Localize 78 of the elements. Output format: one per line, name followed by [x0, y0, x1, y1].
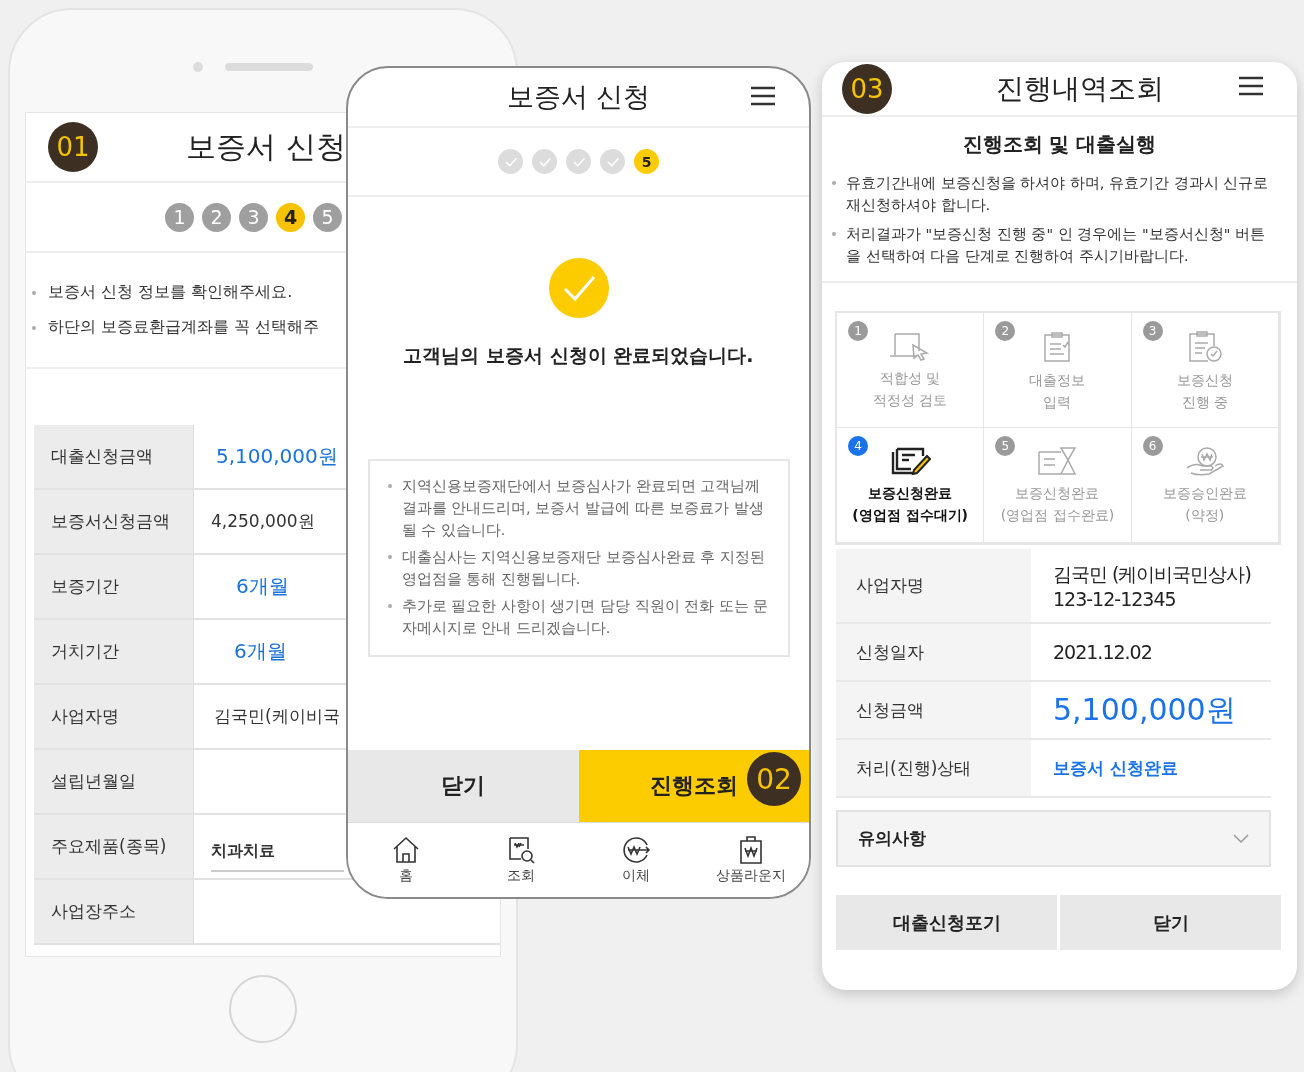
menu-icon[interactable] — [1239, 76, 1263, 96]
stage-label: 보증신청완료 (영업점 접수완료) — [1000, 484, 1115, 525]
row-value: 6개월 — [236, 573, 289, 600]
stage-number: 4 — [848, 436, 868, 456]
bullet-icon — [387, 484, 392, 488]
stage-number: 5 — [995, 436, 1016, 456]
row-label: 주요제품(종목) — [34, 815, 194, 878]
row-value: 보증서 신청완료 — [1053, 756, 1178, 780]
step-number-badge: 03 — [842, 63, 892, 114]
progress-button[interactable]: 진행조회 02 — [578, 750, 809, 822]
chevron-icon — [1233, 833, 1249, 844]
close-button[interactable]: 닫기 — [1060, 895, 1281, 950]
stage-number: 2 — [995, 321, 1016, 341]
row-value: 5,100,000원 — [216, 443, 338, 470]
row-label: 사업자명 — [34, 685, 194, 748]
row-label: 신청일자 — [836, 624, 1031, 680]
row-value: 김국민 (케이비국민상사) — [1053, 561, 1251, 587]
notice-text: 처리결과가 "보증신청 진행 중" 인 경우에는 "보증서신청" 버튼을 선택하여 다음 단계로 진행하여 주시기바랍니다. — [846, 225, 1266, 266]
screen-title: 진행내역조회 — [996, 70, 1164, 107]
step-number-badge: 02 — [747, 752, 801, 806]
stage-number: 6 — [1142, 436, 1163, 456]
camera-dot — [193, 62, 203, 72]
row-label: 설립년월일 — [34, 750, 194, 813]
notice-text: 하단의 보증료환급계좌를 꼭 선택해주 — [48, 317, 320, 338]
laptop-cursor-icon — [889, 331, 932, 361]
document-pen-icon — [889, 446, 932, 476]
list-hourglass-icon — [1037, 446, 1078, 476]
row-value: 4,250,000원 — [211, 510, 315, 533]
close-button[interactable]: 닫기 — [348, 750, 579, 822]
bullet-icon — [832, 181, 836, 185]
row-label: 보증기간 — [34, 555, 194, 618]
stage-label: 보증신청 진행 중 — [1176, 371, 1233, 412]
completion-message: 고객님의 보증서 신청이 완료되었습니다. — [403, 343, 754, 368]
product-input-field[interactable]: 치과치료 — [211, 833, 344, 872]
bullet-icon — [387, 604, 392, 608]
row-label: 처리(진행)상태 — [836, 740, 1031, 796]
notice-text: 지역신용보증재단에서 보증심사가 완료되면 고객님께 결과를 안내드리며, 보증서 발급에 따른 보증료가 발생될 수 있습니다. — [401, 477, 765, 540]
notice-text: 추가로 필요한 사항이 생기면 담당 직원이 전화 또는 문자메시지로 안내 드리겠습니다. — [401, 597, 770, 638]
screen-title: 보증서 신청 — [186, 127, 346, 166]
step-indicator: 1 — [165, 202, 194, 232]
currency-transfer-icon — [621, 835, 652, 865]
row-label: 신청금액 — [836, 682, 1031, 738]
notice-text: 대출심사는 지역신용보증재단 보증심사완료 후 지정된 영업점을 통해 진행됩니다. — [401, 548, 766, 589]
step-indicator: 2 — [202, 202, 231, 232]
menu-icon[interactable] — [751, 86, 775, 106]
row-label: 사업자명 — [836, 549, 1031, 622]
section-heading: 진행조회 및 대출실행 — [961, 131, 1158, 158]
row-label: 보증서신청금액 — [34, 490, 194, 553]
step-indicator: 5 — [313, 202, 342, 232]
stage-number: 1 — [848, 321, 868, 341]
stage-number: 3 — [1142, 321, 1163, 341]
step-indicator: 5 — [634, 149, 659, 174]
bullet-icon — [387, 555, 392, 559]
notice-text: 보증서 신청 정보를 확인해주세요. — [48, 282, 293, 303]
step-number-badge: 01 — [48, 122, 98, 172]
stage-label: 대출정보 입력 — [1029, 371, 1086, 412]
row-value: 5,100,000원 — [1053, 690, 1236, 729]
stage-label: 보증승인완료 (약정) — [1162, 484, 1247, 525]
row-label: 사업장주소 — [34, 880, 194, 943]
business-number: 123-12-12345 — [1053, 587, 1177, 610]
bullet-icon — [32, 326, 36, 330]
stage-label: 적합성 및 적정성 검토 — [872, 369, 948, 410]
notice-accordion[interactable]: 유의사항 — [836, 810, 1271, 867]
check-circle-icon — [547, 257, 610, 319]
row-value: 6개월 — [234, 638, 287, 665]
step-indicator: 4 — [276, 202, 305, 232]
row-label: 거치기간 — [34, 620, 194, 683]
row-value: 2021.12.02 — [1053, 641, 1152, 663]
stage-label: 보증신청완료 (영업점 접수대기) — [852, 484, 968, 525]
bullet-icon — [832, 232, 836, 236]
bullet-icon — [32, 291, 36, 295]
hand-coin-icon — [1184, 446, 1225, 476]
cancel-loan-button[interactable]: 대출신청포기 — [836, 895, 1057, 950]
row-value: 김국민(케이비국 — [214, 705, 340, 728]
screen-title: 보증서 신청 — [506, 80, 651, 114]
notice-text: 유효기간내에 보증신청을 하셔야 하며, 유효기간 경과시 신규로 재신청하셔야 합니다. — [846, 174, 1270, 215]
row-label: 대출신청금액 — [34, 425, 194, 488]
step-indicator: 3 — [239, 202, 268, 232]
